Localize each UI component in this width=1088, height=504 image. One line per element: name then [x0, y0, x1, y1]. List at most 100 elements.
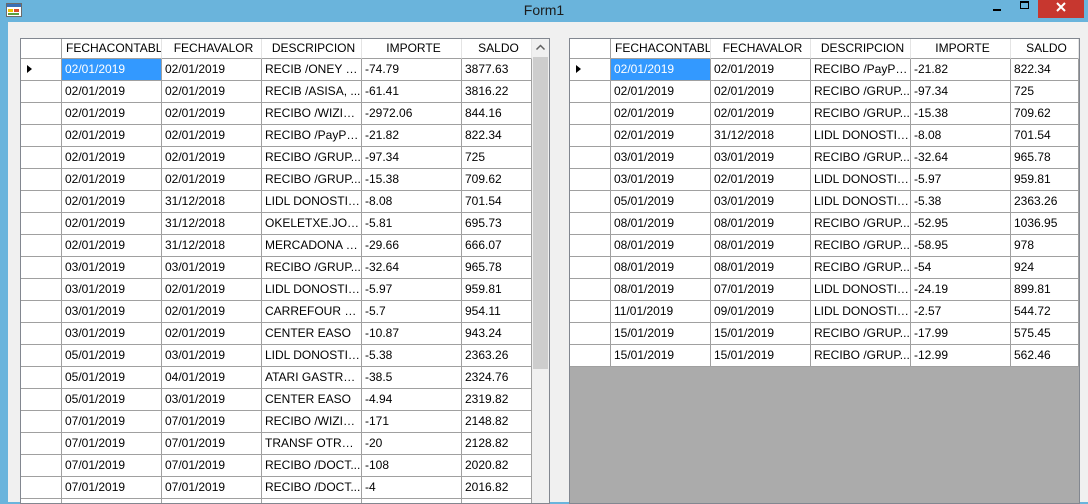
left-cell-saldo[interactable]: 954.11	[462, 301, 532, 323]
left-table-row[interactable]: 03/01/2019 03/01/2019 RECIBO /GRUP... -32.6…	[21, 257, 532, 279]
right-cell-descripcion[interactable]: LIDL DONOSTIA...	[811, 191, 911, 213]
right-cell-importe[interactable]: -54	[911, 257, 1011, 279]
left-cell-fechavalor[interactable]: 31/12/2018	[162, 235, 262, 257]
left-cell-saldo[interactable]: 701.54	[462, 191, 532, 213]
left-cell-descripcion[interactable]: RECIBO /WIZIN...	[262, 103, 362, 125]
right-cell-fechacontable[interactable]: 05/01/2019	[611, 191, 711, 213]
left-table-row[interactable]: 02/01/2019 31/12/2018 MERCADONA L... -29.66…	[21, 235, 532, 257]
right-cell-fechavalor[interactable]: 15/01/2019	[711, 345, 811, 367]
left-row-header[interactable]	[21, 235, 62, 257]
right-cell-saldo[interactable]: 562.46	[1011, 345, 1079, 367]
left-row-header[interactable]	[21, 147, 62, 169]
right-row-header[interactable]	[570, 103, 611, 125]
left-cell-descripcion[interactable]: RECIBO /DOCT...	[262, 477, 362, 499]
left-header-fechacontable[interactable]: FECHACONTABLE	[62, 39, 162, 59]
right-cell-importe[interactable]: -32.64	[911, 147, 1011, 169]
left-cell-saldo[interactable]: 2363.26	[462, 345, 532, 367]
right-table-row[interactable]: 02/01/2019 02/01/2019 RECIBO /GRUP... -97.3…	[570, 81, 1079, 103]
right-cell-fechavalor[interactable]: 08/01/2019	[711, 235, 811, 257]
left-cell-fechavalor[interactable]: 07/01/2019	[162, 455, 262, 477]
left-row-header[interactable]	[21, 257, 62, 279]
left-cell-fechavalor[interactable]: 07/01/2019	[162, 477, 262, 499]
right-cell-fechavalor[interactable]: 15/01/2019	[711, 323, 811, 345]
left-cell-descripcion[interactable]: CENTER EASO	[262, 323, 362, 345]
left-cell-saldo[interactable]: 2128.82	[462, 433, 532, 455]
left-cell-descripcion[interactable]: RECIBO /PayPal...	[262, 125, 362, 147]
left-cell-importe[interactable]: -4.94	[362, 389, 462, 411]
right-table-row[interactable]: 08/01/2019 07/01/2019 LIDL DONOSTIA... -24.…	[570, 279, 1079, 301]
left-header-saldo[interactable]: SALDO	[462, 39, 532, 59]
left-table-row[interactable]: 02/01/2019 02/01/2019 RECIBO /PayPal... -21…	[21, 125, 532, 147]
minimize-button[interactable]	[984, 0, 1010, 16]
right-header-saldo[interactable]: SALDO	[1011, 39, 1079, 59]
left-grid-corner-header[interactable]	[21, 39, 62, 59]
left-row-header[interactable]	[21, 169, 62, 191]
left-cell-descripcion[interactable]: LIDL DONOSTIA...	[262, 191, 362, 213]
right-row-header[interactable]	[570, 213, 611, 235]
left-table-row[interactable]: 07/01/2019 07/01/2019 RECIBO /DOCT... -4 201…	[21, 477, 532, 499]
right-cell-fechacontable[interactable]: 03/01/2019	[611, 147, 711, 169]
right-cell-fechacontable[interactable]: 08/01/2019	[611, 279, 711, 301]
right-cell-importe[interactable]: -2.57	[911, 301, 1011, 323]
right-cell-saldo[interactable]: 575.45	[1011, 323, 1079, 345]
right-table-row[interactable]: 08/01/2019 08/01/2019 RECIBO /GRUP... -54 92…	[570, 257, 1079, 279]
right-cell-fechacontable[interactable]: 08/01/2019	[611, 213, 711, 235]
left-cell-importe[interactable]: -21.82	[362, 125, 462, 147]
left-cell-fechavalor[interactable]: 02/01/2019	[162, 279, 262, 301]
left-table-row[interactable]: 05/01/2019 04/01/2019 ATARI GASTRO... -38.5…	[21, 367, 532, 389]
left-cell-fechavalor[interactable]: 02/01/2019	[162, 169, 262, 191]
right-cell-fechacontable[interactable]: 02/01/2019	[611, 125, 711, 147]
right-cell-descripcion[interactable]: RECIBO /GRUP...	[811, 257, 911, 279]
left-table-row[interactable]: 07/01/2019 07/01/2019 RECIBO /DOCT... -108 2…	[21, 455, 532, 477]
left-cell-saldo[interactable]: 709.62	[462, 169, 532, 191]
left-cell-fechavalor[interactable]: 02/01/2019	[162, 59, 262, 81]
left-cell-fechacontable[interactable]: 02/01/2019	[62, 147, 162, 169]
right-table-row[interactable]: 08/01/2019 08/01/2019 RECIBO /GRUP... -52.9…	[570, 213, 1079, 235]
right-cell-fechavalor[interactable]: 02/01/2019	[711, 103, 811, 125]
right-header-importe[interactable]: IMPORTE	[911, 39, 1011, 59]
left-cell-saldo[interactable]: 3816.22	[462, 81, 532, 103]
right-cell-fechavalor[interactable]: 09/01/2019	[711, 301, 811, 323]
right-cell-descripcion[interactable]: LIDL DONOSTIA...	[811, 301, 911, 323]
right-cell-saldo[interactable]: 2363.26	[1011, 191, 1079, 213]
right-cell-fechavalor[interactable]: 07/01/2019	[711, 279, 811, 301]
left-cell-fechacontable[interactable]: 02/01/2019	[62, 213, 162, 235]
left-cell-descripcion[interactable]: ATARI GASTRO...	[262, 367, 362, 389]
right-cell-fechavalor[interactable]: 03/01/2019	[711, 147, 811, 169]
left-cell-importe[interactable]: -5.38	[362, 345, 462, 367]
right-data-grid[interactable]: FECHACONTABLE FECHAVALOR DESCRIPCION IMP…	[569, 38, 1080, 504]
left-cell-importe[interactable]: -97.34	[362, 147, 462, 169]
left-cell-importe[interactable]: -29.66	[362, 235, 462, 257]
left-cell-fechavalor[interactable]: 07/01/2019	[162, 433, 262, 455]
left-header-fechavalor[interactable]: FECHAVALOR	[162, 39, 262, 59]
left-table-row[interactable]: 03/01/2019 02/01/2019 CARREFOUR E... -5.7 95…	[21, 301, 532, 323]
left-cell-importe[interactable]: -171	[362, 411, 462, 433]
right-cell-saldo[interactable]: 899.81	[1011, 279, 1079, 301]
right-cell-fechacontable[interactable]: 08/01/2019	[611, 235, 711, 257]
left-cell-fechavalor[interactable]: 02/01/2019	[162, 323, 262, 345]
close-button[interactable]	[1038, 0, 1084, 18]
right-cell-descripcion[interactable]: LIDL DONOSTIA...	[811, 169, 911, 191]
right-table-row[interactable]: 03/01/2019 02/01/2019 LIDL DONOSTIA... -5.9…	[570, 169, 1079, 191]
right-cell-descripcion[interactable]: RECIBO /GRUP...	[811, 345, 911, 367]
right-cell-descripcion[interactable]: RECIBO /GRUP...	[811, 213, 911, 235]
right-cell-saldo[interactable]: 544.72	[1011, 301, 1079, 323]
right-header-fechacontable[interactable]: FECHACONTABLE	[611, 39, 711, 59]
left-row-header[interactable]	[21, 213, 62, 235]
right-cell-fechacontable[interactable]: 11/01/2019	[611, 301, 711, 323]
left-cell-descripcion[interactable]: LIDL DONOSTIA...	[262, 345, 362, 367]
right-cell-importe[interactable]: -97.34	[911, 81, 1011, 103]
right-cell-importe[interactable]: -15.38	[911, 103, 1011, 125]
left-grid-scroll-thumb[interactable]	[533, 57, 548, 369]
right-cell-fechacontable[interactable]: 02/01/2019	[611, 103, 711, 125]
right-cell-fechavalor[interactable]: 02/01/2019	[711, 59, 811, 81]
left-row-header[interactable]	[21, 191, 62, 213]
left-cell-fechavalor[interactable]: 31/12/2018	[162, 191, 262, 213]
left-cell-saldo[interactable]: 965.78	[462, 257, 532, 279]
right-cell-saldo[interactable]: 822.34	[1011, 59, 1079, 81]
left-cell-saldo[interactable]: 695.73	[462, 213, 532, 235]
left-cell-descripcion[interactable]: LIDL DONOSTIA...	[262, 279, 362, 301]
title-bar[interactable]: Form1	[0, 0, 1088, 22]
left-cell-descripcion[interactable]: RECIB /ONEY S...	[262, 59, 362, 81]
left-row-header[interactable]	[21, 125, 62, 147]
